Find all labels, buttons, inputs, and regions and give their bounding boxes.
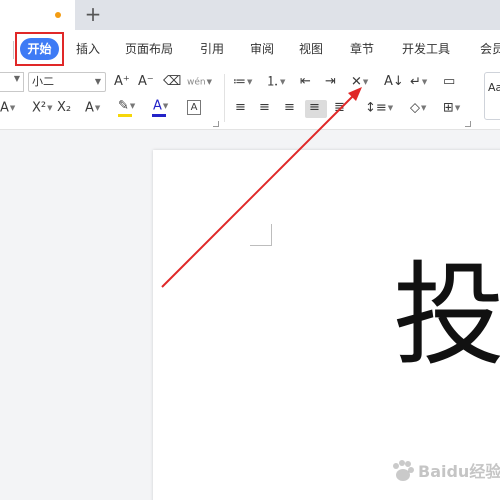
align-right-icon: ≡ [284, 100, 295, 115]
new-tab-button[interactable]: + [84, 3, 102, 25]
superscript-icon: X² [32, 100, 47, 116]
font-size-value: 小二 [32, 75, 54, 88]
align-right-button[interactable]: ≡ [284, 100, 295, 116]
menu-tab-review[interactable]: 审阅 [250, 41, 274, 57]
align-left-button[interactable]: ≡ [235, 100, 246, 116]
watermark: Baidu经验 [390, 454, 500, 488]
show-marks-button[interactable]: A↓ [384, 74, 404, 90]
menu-tab-references[interactable]: 引用 [200, 41, 224, 57]
highlight-button[interactable]: ✎▼ [118, 98, 135, 115]
shrink-font-button[interactable]: A⁻ [138, 74, 154, 90]
grow-font-icon: A⁺ [114, 74, 130, 89]
highlighter-icon: ✎ [118, 98, 129, 114]
paragraph-dialog-launcher[interactable] [465, 121, 471, 127]
menu-tab-insert[interactable]: 插入 [76, 41, 100, 57]
numbered-list-icon: ⒈ [266, 74, 280, 90]
chevron-down-icon: ▼ [94, 77, 101, 86]
paint-bucket-icon: ◇ [410, 100, 420, 116]
char-border-icon: A [190, 102, 198, 113]
numbering-button[interactable]: ⒈▼ [266, 74, 285, 91]
clear-format-button[interactable]: ⌫ [163, 74, 181, 90]
align-center-icon: ≡ [259, 100, 270, 115]
increase-indent-button[interactable]: ⇥ [325, 74, 336, 90]
font-size-select[interactable]: 小二 ▼ [28, 72, 106, 92]
tab-strip: + [0, 0, 500, 30]
align-left-icon: ≡ [235, 100, 246, 115]
line-spacing-button[interactable]: ↕≡▼ [365, 100, 393, 117]
table-ruler-button[interactable]: ▭ [443, 74, 455, 90]
menu-tab-page-layout[interactable]: 页面布局 [125, 41, 173, 57]
menu-tab-developer[interactable]: 开发工具 [402, 41, 450, 57]
unsaved-indicator [55, 12, 61, 18]
distribute-button[interactable]: ≣ [334, 100, 345, 116]
annotation-highlight-box [15, 32, 64, 66]
distribute-icon: ≣ [334, 100, 345, 115]
font-name-select[interactable]: ▼ [0, 72, 24, 92]
align-center-button[interactable]: ≡ [259, 100, 270, 116]
borders-button[interactable]: ⊞▼ [443, 100, 460, 117]
justify-button[interactable]: ≡ [309, 100, 320, 116]
style-preview-card[interactable]: Aa [484, 72, 500, 120]
style-preview-text: Aa [488, 81, 500, 94]
paragraph-marks-icon: A↓ [384, 74, 404, 89]
text-effect-icon: A [0, 100, 9, 116]
chinese-layout-icon: ✕ [351, 74, 362, 90]
menu-tab-view[interactable]: 视图 [299, 41, 323, 57]
shading-button[interactable]: ◇▼ [410, 100, 426, 117]
font-color-bar [152, 114, 166, 117]
decrease-indent-button[interactable]: ⇤ [300, 74, 311, 90]
superscript-button[interactable]: X²▼ [32, 100, 53, 117]
subscript-button[interactable]: X₂ [57, 100, 71, 116]
font-color-icon: A [153, 98, 162, 114]
justify-icon: ≡ [309, 100, 320, 115]
phonetic-icon: wén [187, 77, 206, 88]
char-border-button[interactable]: A [187, 100, 201, 115]
line-spacing-icon: ↕≡ [365, 100, 387, 116]
subscript-icon: X₂ [57, 100, 72, 115]
font-color-button[interactable]: A▼ [153, 98, 168, 115]
bullets-button[interactable]: ≔▼ [233, 74, 252, 91]
indent-decrease-icon: ⇤ [300, 74, 311, 89]
chinese-layout-button[interactable]: ✕▼ [351, 74, 368, 91]
highlight-color-bar [118, 114, 132, 117]
paw-icon [393, 460, 414, 481]
grow-font-button[interactable]: A⁺ [114, 74, 130, 90]
text-effect-button[interactable]: A▼ [0, 100, 15, 117]
indent-increase-icon: ⇥ [325, 74, 336, 89]
borders-icon: ⊞ [443, 100, 454, 116]
margin-corner-mark [250, 224, 272, 246]
document-tab[interactable] [0, 0, 75, 30]
watermark-text: Baidu经验 [418, 462, 500, 481]
menu-tab-member[interactable]: 会员 [480, 41, 500, 57]
eraser-icon: ⌫ [163, 74, 182, 89]
ruler-icon: ▭ [443, 74, 456, 89]
outline-text-button[interactable]: A▼ [85, 100, 100, 117]
shrink-font-icon: A⁻ [138, 74, 154, 89]
group-divider [224, 74, 225, 122]
bullet-list-icon: ≔ [233, 74, 246, 90]
menu-tab-section[interactable]: 章节 [350, 41, 374, 57]
menu-divider [13, 41, 14, 59]
line-break-button[interactable]: ↵▼ [410, 74, 427, 91]
outline-text-icon: A [85, 100, 94, 116]
font-dialog-launcher[interactable] [213, 121, 219, 127]
document-text[interactable]: 投 [393, 256, 500, 376]
phonetic-guide-button[interactable]: wén▼ [187, 74, 212, 91]
line-break-icon: ↵ [410, 74, 421, 90]
